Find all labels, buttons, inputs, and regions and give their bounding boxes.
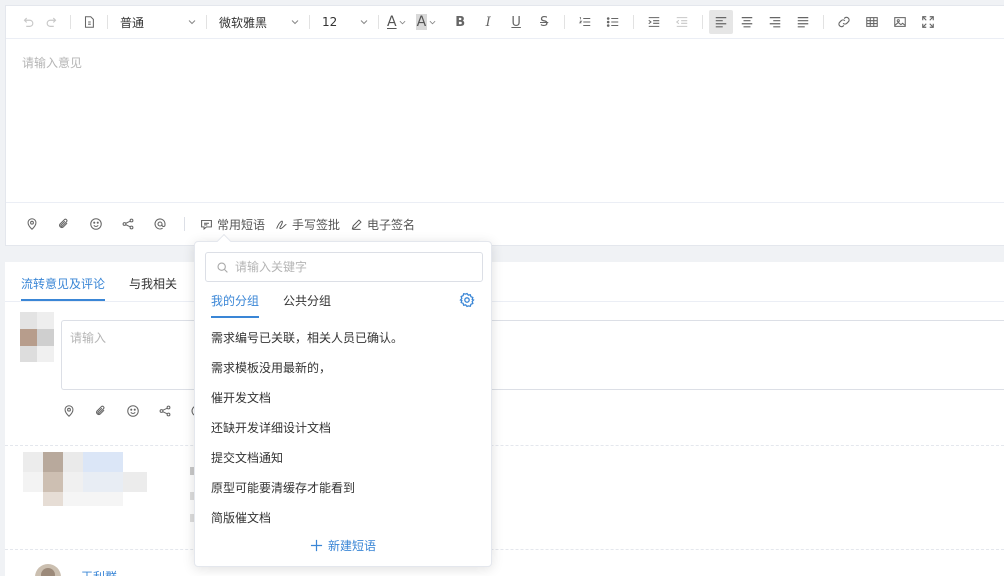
- bold-button[interactable]: B: [446, 10, 474, 34]
- phrase-search-input[interactable]: [235, 260, 465, 274]
- new-phrase-button[interactable]: 新建短语: [195, 537, 491, 554]
- chevron-down-icon: [360, 20, 368, 25]
- toolbar-divider: [564, 15, 566, 29]
- redo-icon[interactable]: [40, 10, 64, 34]
- align-right-icon[interactable]: [761, 10, 789, 34]
- tab-my-groups[interactable]: 我的分组: [211, 292, 260, 318]
- editor-toolbar: 普通 微软雅黑 12 A A B I U S: [6, 6, 1004, 39]
- electronic-signature-button[interactable]: 电子签名: [345, 210, 420, 238]
- common-phrases-label: 常用短语: [217, 217, 266, 232]
- phrase-item[interactable]: 需求编号已关联，相关人员已确认。: [195, 323, 491, 353]
- attachment-icon[interactable]: [48, 210, 80, 238]
- ordered-list-icon[interactable]: [571, 10, 599, 34]
- background-color-icon: A: [415, 14, 428, 30]
- emoji-icon[interactable]: [117, 397, 149, 425]
- table-icon[interactable]: [858, 10, 886, 34]
- phrase-list: 需求编号已关联，相关人员已确认。 需求模板没用最新的， 催开发文档 还缺开发详细…: [195, 323, 491, 533]
- tab-flow-comments[interactable]: 流转意见及评论: [21, 275, 106, 301]
- footer-divider: [184, 217, 185, 231]
- toolbar-divider: [823, 15, 825, 29]
- chevron-down-icon: [429, 20, 436, 24]
- paragraph-style-value: 普通: [120, 15, 145, 30]
- avatar: [20, 312, 54, 362]
- handwriting-icon: [276, 220, 287, 229]
- emoji-icon[interactable]: [80, 210, 112, 238]
- phrase-item[interactable]: 原型可能要清缓存才能看到: [195, 473, 491, 503]
- undo-icon[interactable]: [16, 10, 40, 34]
- page: 普通 微软雅黑 12 A A B I U S 请输入意见 常用短语 手写签批 电…: [0, 0, 1004, 576]
- comments-tabs: 流转意见及评论 与我相关: [5, 262, 1004, 302]
- comment-toolbar: [53, 397, 213, 425]
- indent-icon[interactable]: [640, 10, 668, 34]
- editor-content-area[interactable]: 请输入意见: [6, 39, 1004, 202]
- share-icon[interactable]: [149, 397, 181, 425]
- toolbar-divider: [378, 15, 379, 29]
- plus-icon: [310, 539, 323, 552]
- comment-icon: [201, 219, 212, 230]
- toolbar-divider: [70, 15, 71, 29]
- align-center-icon[interactable]: [733, 10, 761, 34]
- phrase-search-field[interactable]: [205, 252, 483, 282]
- background-color-dropdown[interactable]: A: [414, 10, 439, 34]
- editor-placeholder: 请输入意见: [22, 56, 83, 70]
- unordered-list-icon[interactable]: [599, 10, 627, 34]
- pen-icon: [351, 218, 362, 230]
- italic-button[interactable]: I: [474, 10, 502, 34]
- new-phrase-label: 新建短语: [327, 539, 376, 553]
- font-size-value: 12: [322, 15, 338, 29]
- strikethrough-button[interactable]: S: [530, 10, 558, 34]
- toolbar-divider: [702, 15, 704, 29]
- toolbar-divider: [107, 15, 108, 29]
- location-icon[interactable]: [16, 210, 48, 238]
- comment-author-name[interactable]: 王利群: [81, 568, 117, 576]
- image-icon[interactable]: [886, 10, 914, 34]
- search-icon: [217, 261, 228, 273]
- editor-footer: 常用短语 手写签批 电子签名: [6, 202, 1004, 245]
- toolbar-divider: [206, 15, 207, 29]
- phrase-item[interactable]: 催开发文档: [195, 383, 491, 413]
- comment-divider: [5, 445, 1004, 446]
- share-icon[interactable]: [112, 210, 144, 238]
- common-phrases-button[interactable]: 常用短语: [195, 210, 270, 238]
- paragraph-style-select[interactable]: 普通: [114, 10, 200, 34]
- phrase-item[interactable]: 简版催文档: [195, 503, 491, 533]
- outdent-icon[interactable]: [668, 10, 696, 34]
- rich-text-editor: 普通 微软雅黑 12 A A B I U S 请输入意见 常用短语 手写签批 电…: [5, 5, 1004, 246]
- location-icon[interactable]: [53, 397, 85, 425]
- chevron-down-icon: [188, 20, 196, 25]
- toolbar-divider: [633, 15, 635, 29]
- underline-button[interactable]: U: [502, 10, 530, 34]
- handwriting-button[interactable]: 手写签批: [270, 210, 345, 238]
- align-justify-icon[interactable]: [789, 10, 817, 34]
- attachment-icon[interactable]: [85, 397, 117, 425]
- phrase-item[interactable]: 还缺开发详细设计文档: [195, 413, 491, 443]
- phrase-group-tabs: 我的分组 公共分组: [211, 292, 477, 318]
- avatar: [23, 452, 147, 514]
- comment-input-placeholder: 请输入: [70, 331, 107, 345]
- avatar: [35, 564, 61, 576]
- tab-related-to-me[interactable]: 与我相关: [129, 275, 177, 301]
- comments-panel: 流转意见及评论 与我相关 请输入: [5, 262, 1004, 576]
- phrase-item[interactable]: 提交文档通知: [195, 443, 491, 473]
- align-left-icon[interactable]: [709, 10, 734, 34]
- font-size-select[interactable]: 12: [316, 10, 372, 34]
- gear-icon[interactable]: [459, 292, 475, 308]
- toolbar-divider: [309, 15, 310, 29]
- electronic-signature-label: 电子签名: [367, 217, 416, 232]
- phrase-item[interactable]: 需求模板没用最新的，: [195, 353, 491, 383]
- comment-divider: [5, 549, 1004, 550]
- font-color-icon: A: [387, 14, 397, 30]
- format-painter-icon[interactable]: [77, 10, 101, 34]
- mention-icon[interactable]: [144, 210, 176, 238]
- tab-public-groups[interactable]: 公共分组: [283, 292, 331, 318]
- handwriting-label: 手写签批: [292, 217, 341, 232]
- chevron-down-icon: [399, 20, 406, 24]
- fullscreen-icon[interactable]: [914, 10, 942, 34]
- chevron-down-icon: [291, 20, 299, 25]
- font-family-value: 微软雅黑: [219, 15, 268, 30]
- font-family-select[interactable]: 微软雅黑: [213, 10, 303, 34]
- link-icon[interactable]: [830, 10, 858, 34]
- font-color-dropdown[interactable]: A: [385, 10, 408, 34]
- common-phrases-popover: 我的分组 公共分组 需求编号已关联，相关人员已确认。 需求模板没用最新的， 催开…: [194, 233, 492, 567]
